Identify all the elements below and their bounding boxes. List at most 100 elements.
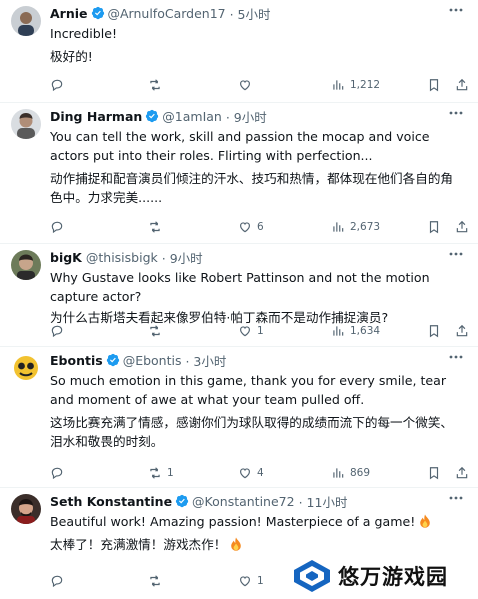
avatar[interactable] xyxy=(11,250,41,280)
bookmark-button[interactable] xyxy=(427,78,441,92)
author-name[interactable]: Seth Konstantine xyxy=(50,494,172,509)
reply-icon xyxy=(51,79,63,92)
more-options-icon[interactable] xyxy=(448,250,464,258)
reply-button[interactable] xyxy=(50,324,69,338)
like-count: 4 xyxy=(257,467,264,479)
more-options-icon[interactable] xyxy=(448,353,464,361)
retweet-icon xyxy=(150,575,160,587)
retweet-icon xyxy=(150,467,160,479)
views-button[interactable]: 1,634 xyxy=(331,324,380,338)
reply-icon xyxy=(51,575,63,588)
author-handle[interactable]: @Konstantine72 xyxy=(192,494,295,509)
views-chart-icon xyxy=(333,326,344,336)
author-handle[interactable]: @Ebontis xyxy=(123,353,182,368)
share-icon xyxy=(456,220,468,233)
heart-icon xyxy=(240,222,250,233)
tweet-4[interactable]: Ebontis @Ebontis · 3小时 So much emotion i… xyxy=(0,347,478,488)
bookmark-icon xyxy=(429,467,439,480)
tweet-text-row: Beautiful work! Amazing passion! Masterp… xyxy=(50,512,462,531)
more-options-icon[interactable] xyxy=(448,109,464,117)
view-count: 869 xyxy=(350,467,371,479)
tweet-text: Beautiful work! Amazing passion! Masterp… xyxy=(50,512,462,554)
tweet-1[interactable]: Arnie @ArnulfoCarden17 · 5小时 Incredible!… xyxy=(0,0,478,103)
author-handle[interactable]: @thisisbigk xyxy=(86,250,158,265)
watermark-logo-icon xyxy=(294,560,330,592)
views-button[interactable]: 869 xyxy=(331,466,370,480)
author-name[interactable]: Arnie xyxy=(50,6,88,21)
reply-feed: Arnie @ArnulfoCarden17 · 5小时 Incredible!… xyxy=(0,0,478,599)
bookmark-icon xyxy=(429,221,439,234)
share-button[interactable] xyxy=(455,466,469,480)
timestamp[interactable]: · 9小时 xyxy=(226,107,267,126)
like-count: 1 xyxy=(257,575,264,587)
retweet-button[interactable] xyxy=(148,220,167,234)
share-icon xyxy=(456,78,468,91)
share-button[interactable] xyxy=(455,324,469,338)
more-options-icon[interactable] xyxy=(448,494,464,502)
like-button[interactable] xyxy=(238,78,257,92)
bookmark-button[interactable] xyxy=(427,220,441,234)
author-handle[interactable]: @ArnulfoCarden17 xyxy=(108,6,226,21)
tweet-text-line: So much emotion in this game, thank you … xyxy=(50,373,447,407)
author-name[interactable]: Ding Harman xyxy=(50,109,142,124)
avatar[interactable] xyxy=(11,494,41,524)
tweet-text-line: Beautiful work! Amazing passion! Masterp… xyxy=(50,514,416,529)
fire-emoji-icon xyxy=(231,537,242,551)
timestamp[interactable]: · 11小时 xyxy=(299,492,348,511)
timestamp[interactable]: · 5小时 xyxy=(230,4,271,23)
reply-icon xyxy=(51,325,63,338)
tweet-2[interactable]: Ding Harman @1amIan · 9小时 You can tell t… xyxy=(0,103,478,244)
avatar[interactable] xyxy=(11,109,41,139)
reply-icon xyxy=(51,221,63,234)
views-button[interactable]: 1,212 xyxy=(331,78,380,92)
like-button[interactable]: 6 xyxy=(238,220,264,234)
heart-icon xyxy=(240,326,250,337)
view-count: 1,212 xyxy=(350,79,381,91)
reply-button[interactable] xyxy=(50,574,69,588)
heart-icon xyxy=(240,468,250,479)
view-count: 1,634 xyxy=(350,325,381,337)
retweet-button[interactable] xyxy=(148,78,167,92)
timestamp[interactable]: · 3小时 xyxy=(185,351,226,370)
share-button[interactable] xyxy=(455,78,469,92)
bookmark-button[interactable] xyxy=(427,466,441,480)
retweet-icon xyxy=(150,79,160,91)
retweet-button[interactable]: 1 xyxy=(148,466,174,480)
retweet-icon xyxy=(150,221,160,233)
share-icon xyxy=(456,466,468,479)
timestamp[interactable]: · 9小时 xyxy=(162,248,203,267)
retweet-button[interactable] xyxy=(148,574,167,588)
share-button[interactable] xyxy=(455,220,469,234)
view-count: 2,673 xyxy=(350,221,381,233)
reply-button[interactable] xyxy=(50,220,69,234)
reply-button[interactable] xyxy=(50,78,69,92)
avatar[interactable] xyxy=(11,6,41,36)
verified-badge-icon xyxy=(175,494,189,508)
author-name[interactable]: bigK xyxy=(50,250,82,265)
heart-icon xyxy=(240,80,250,91)
like-count: 6 xyxy=(257,221,264,233)
more-options-icon[interactable] xyxy=(448,6,464,14)
tweet-text-line: Incredible! xyxy=(50,26,118,41)
bookmark-icon xyxy=(429,79,439,92)
tweet-text-row: 太棒了！充满激情！游戏杰作！ xyxy=(50,535,462,554)
heart-icon xyxy=(240,576,250,587)
tweet-3[interactable]: bigK @thisisbigk · 9小时 Why Gustave looks… xyxy=(0,244,478,347)
verified-badge-icon xyxy=(91,6,104,20)
retweet-button[interactable] xyxy=(148,324,167,338)
like-button[interactable]: 1 xyxy=(238,574,264,588)
tweet-text-line: Why Gustave looks like Robert Pattinson … xyxy=(50,270,430,304)
views-chart-icon xyxy=(333,222,344,232)
like-button[interactable]: 4 xyxy=(238,466,264,480)
avatar[interactable] xyxy=(11,353,41,383)
views-button[interactable]: 2,673 xyxy=(331,220,380,234)
views-chart-icon xyxy=(333,80,344,90)
bookmark-button[interactable] xyxy=(427,324,441,338)
like-button[interactable]: 1 xyxy=(238,324,264,338)
author-handle[interactable]: @1amIan xyxy=(162,109,222,124)
tweet-text: Why Gustave looks like Robert Pattinson … xyxy=(50,268,462,327)
author-name[interactable]: Ebontis xyxy=(50,353,103,368)
verified-badge-icon xyxy=(146,109,159,123)
reply-button[interactable] xyxy=(50,466,69,480)
watermark: 悠万游戏园 xyxy=(292,556,472,596)
